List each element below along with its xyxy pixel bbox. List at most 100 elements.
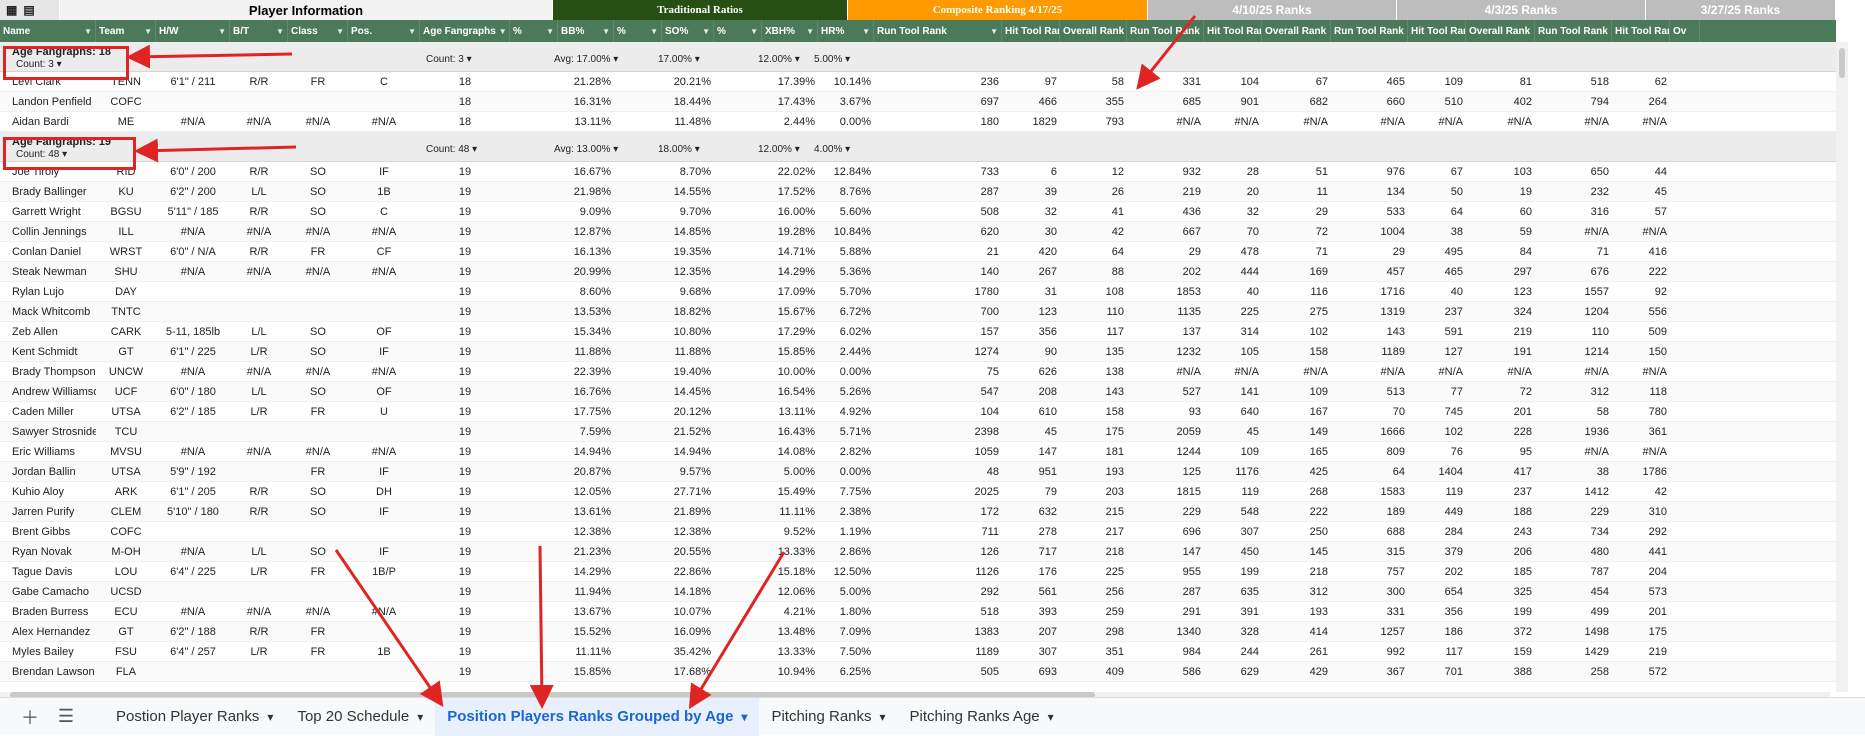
table-cell[interactable]: 429	[1262, 666, 1331, 678]
table-cell[interactable]: 225	[1060, 566, 1127, 578]
table-cell[interactable]: 315	[1331, 546, 1408, 558]
column-header[interactable]: Ov	[1670, 20, 1700, 42]
table-cell[interactable]: 9.70%	[662, 206, 714, 218]
table-cell[interactable]: 393	[1002, 606, 1060, 618]
table-cell[interactable]: 109	[1408, 76, 1466, 88]
table-cell[interactable]: 1786	[1612, 466, 1670, 478]
table-cell[interactable]: 149	[1262, 426, 1331, 438]
table-cell[interactable]: Kent Schmidt	[0, 346, 96, 358]
table-cell[interactable]: 28	[1204, 166, 1262, 178]
column-header[interactable]: % ▼	[714, 20, 762, 42]
table-cell[interactable]: LOU	[96, 566, 156, 578]
table-cell[interactable]: 127	[1408, 346, 1466, 358]
table-cell[interactable]: 264	[1612, 96, 1670, 108]
table-cell[interactable]: 19	[420, 166, 510, 178]
table-cell[interactable]: 229	[1535, 506, 1612, 518]
table-cell[interactable]: FLA	[96, 666, 156, 678]
table-cell[interactable]: 19	[420, 626, 510, 638]
table-cell[interactable]: #N/A	[1612, 446, 1670, 458]
table-cell[interactable]: 16.13%	[558, 246, 614, 258]
table-cell[interactable]: L/L	[230, 386, 288, 398]
table-cell[interactable]: 19	[420, 666, 510, 678]
table-cell[interactable]: 16.00%	[762, 206, 818, 218]
table-cell[interactable]: #N/A	[348, 226, 420, 238]
table-cell[interactable]: #N/A	[288, 266, 348, 278]
table-cell[interactable]: 5.71%	[818, 426, 874, 438]
table-cell[interactable]: 92	[1612, 286, 1670, 298]
table-cell[interactable]: 191	[1466, 346, 1535, 358]
table-cell[interactable]: L/R	[230, 406, 288, 418]
table-cell[interactable]: 1936	[1535, 426, 1612, 438]
table-cell[interactable]: 29	[1262, 206, 1331, 218]
table-cell[interactable]: 629	[1204, 666, 1262, 678]
table-cell[interactable]: Andrew Williamson	[0, 386, 96, 398]
table-cell[interactable]: COFC	[96, 526, 156, 538]
table-cell[interactable]: 19	[420, 386, 510, 398]
table-cell[interactable]: #N/A	[1535, 446, 1612, 458]
table-cell[interactable]: 123	[1466, 286, 1535, 298]
table-cell[interactable]: 6.72%	[818, 306, 874, 318]
table-cell[interactable]: UCF	[96, 386, 156, 398]
table-cell[interactable]: 167	[1262, 406, 1331, 418]
table-cell[interactable]: CARK	[96, 326, 156, 338]
table-cell[interactable]: 3.67%	[818, 96, 874, 108]
table-cell[interactable]: 620	[874, 226, 1002, 238]
table-cell[interactable]: Collin Jennings	[0, 226, 96, 238]
table-cell[interactable]: 1B/P	[348, 566, 420, 578]
table-cell[interactable]: 17.68%	[662, 666, 714, 678]
table-cell[interactable]: 21.89%	[662, 506, 714, 518]
table-cell[interactable]: 172	[874, 506, 1002, 518]
table-cell[interactable]: L/L	[230, 186, 288, 198]
table-cell[interactable]: 237	[1466, 486, 1535, 498]
table-cell[interactable]: GT	[96, 626, 156, 638]
table-cell[interactable]: 14.94%	[558, 446, 614, 458]
table-cell[interactable]: 901	[1204, 96, 1262, 108]
table-cell[interactable]: DH	[348, 486, 420, 498]
table-cell[interactable]: 110	[1060, 306, 1127, 318]
table-cell[interactable]: BGSU	[96, 206, 156, 218]
table-cell[interactable]: 50	[1408, 186, 1466, 198]
table-cell[interactable]: 20.87%	[558, 466, 614, 478]
table-cell[interactable]: 19	[420, 206, 510, 218]
table-cell[interactable]: 717	[1002, 546, 1060, 558]
table-cell[interactable]: 17.75%	[558, 406, 614, 418]
table-cell[interactable]: 278	[1002, 526, 1060, 538]
filter-icon[interactable]: ▼	[336, 27, 344, 36]
table-cell[interactable]: 510	[1408, 96, 1466, 108]
table-cell[interactable]: 218	[1060, 546, 1127, 558]
table-cell[interactable]: 22.86%	[662, 566, 714, 578]
table-cell[interactable]: 19	[420, 506, 510, 518]
table-cell[interactable]: 275	[1262, 306, 1331, 318]
table-cell[interactable]: 1429	[1535, 646, 1612, 658]
table-cell[interactable]: 62	[1612, 76, 1670, 88]
table-cell[interactable]: 1.19%	[818, 526, 874, 538]
chevron-down-icon[interactable]: ▾	[692, 144, 700, 155]
table-cell[interactable]: 586	[1127, 666, 1204, 678]
table-cell[interactable]: 1176	[1204, 466, 1262, 478]
table-cell[interactable]: 208	[1002, 386, 1060, 398]
table-cell[interactable]: R/R	[230, 506, 288, 518]
table-cell[interactable]: 222	[1262, 506, 1331, 518]
table-cell[interactable]: #N/A	[156, 226, 230, 238]
table-cell[interactable]: 22.39%	[558, 366, 614, 378]
column-header[interactable]: Hit Tool Rank▼	[1612, 20, 1670, 42]
table-cell[interactable]: COFC	[96, 96, 156, 108]
table-cell[interactable]: 81	[1466, 76, 1535, 88]
table-cell[interactable]: 548	[1204, 506, 1262, 518]
table-cell[interactable]: 5.26%	[818, 386, 874, 398]
filter-icon[interactable]: ▼	[408, 27, 416, 36]
table-cell[interactable]: 955	[1127, 566, 1204, 578]
table-cell[interactable]: Ryan Novak	[0, 546, 96, 558]
table-cell[interactable]: 176	[1002, 566, 1060, 578]
chevron-down-icon[interactable]: ▾	[469, 144, 477, 155]
table-cell[interactable]: 21.23%	[558, 546, 614, 558]
table-cell[interactable]: 102	[1408, 426, 1466, 438]
table-cell[interactable]: 16.67%	[558, 166, 614, 178]
table-cell[interactable]: FR	[288, 76, 348, 88]
table-cell[interactable]: 8.76%	[818, 186, 874, 198]
table-cell[interactable]: 19	[420, 466, 510, 478]
table-cell[interactable]: 310	[1612, 506, 1670, 518]
table-cell[interactable]: DAY	[96, 286, 156, 298]
table-cell[interactable]: 291	[1127, 606, 1204, 618]
table-cell[interactable]: #N/A	[156, 266, 230, 278]
